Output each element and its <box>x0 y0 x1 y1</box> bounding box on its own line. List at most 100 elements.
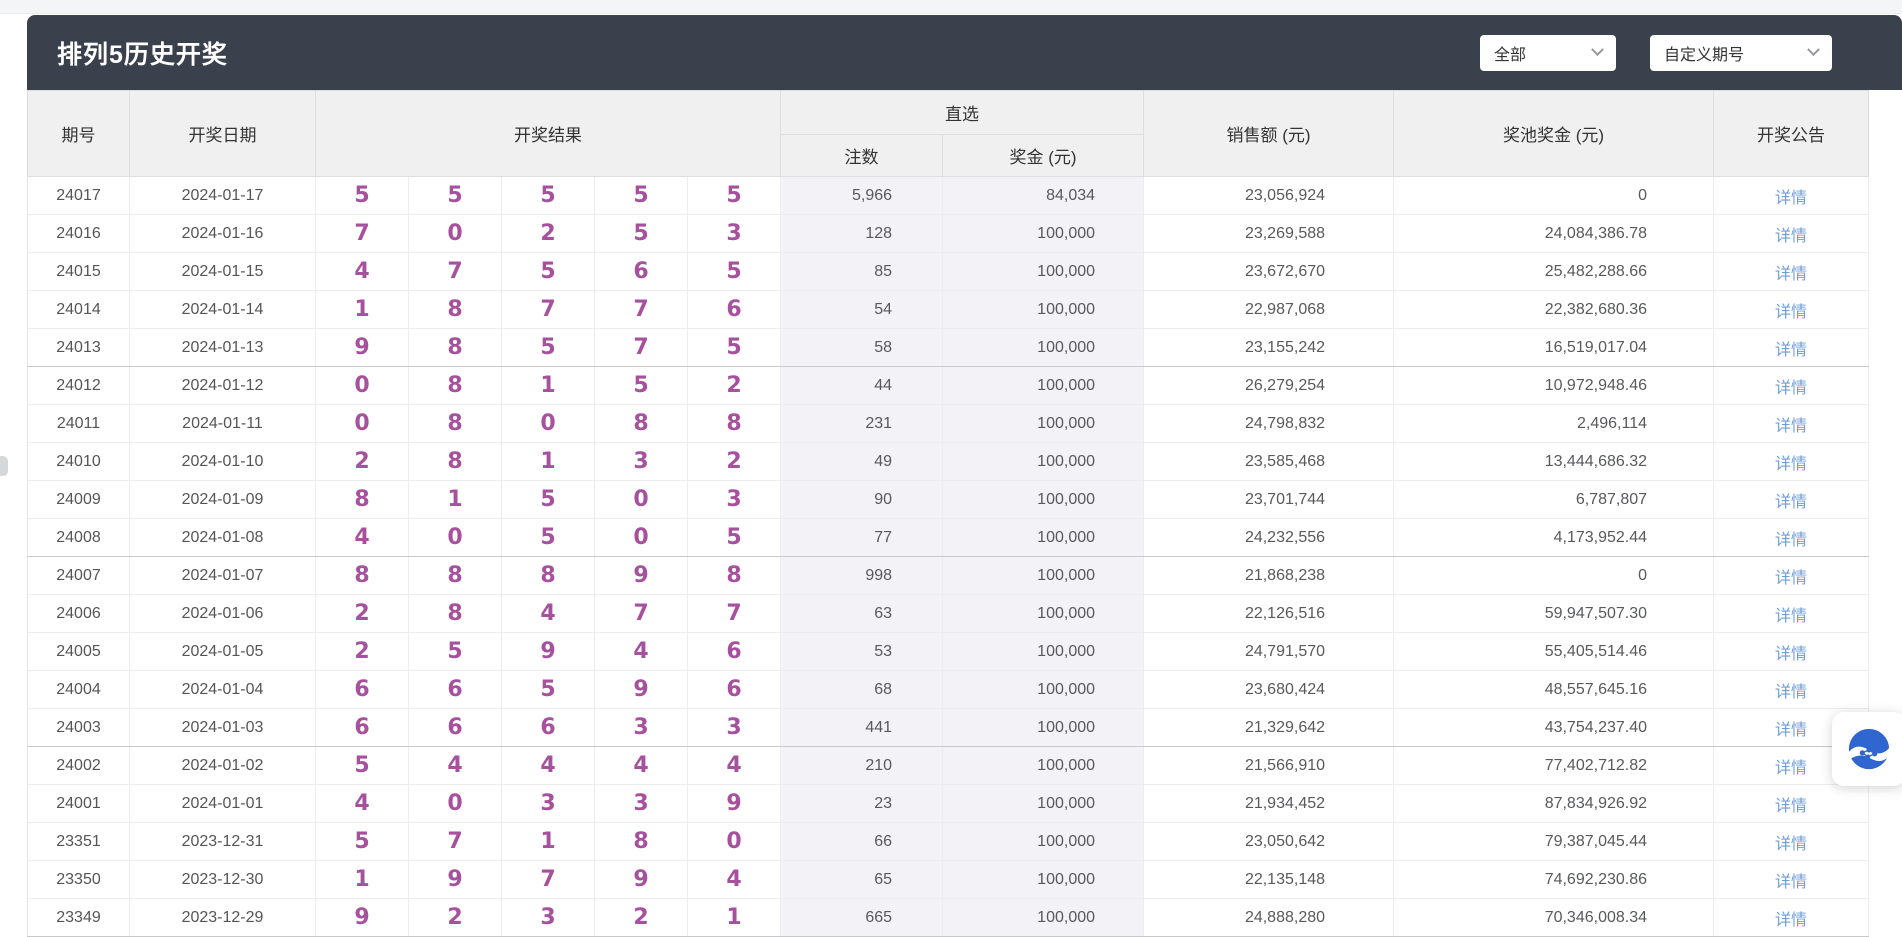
detail-link[interactable]: 详情 <box>1775 304 1807 321</box>
result-digit: 8 <box>502 557 595 595</box>
notice-cell: 详情 <box>1714 443 1869 481</box>
sales-cell: 26,279,254 <box>1144 367 1394 405</box>
detail-link[interactable]: 详情 <box>1775 722 1807 739</box>
date-cell: 2024-01-06 <box>130 595 316 633</box>
date-cell: 2024-01-08 <box>130 519 316 557</box>
result-digit: 9 <box>316 899 409 937</box>
detail-link[interactable]: 详情 <box>1775 190 1807 207</box>
prize-cell: 100,000 <box>943 823 1144 861</box>
detail-link[interactable]: 详情 <box>1775 456 1807 473</box>
result-digit: 7 <box>595 329 688 367</box>
table-row: 24003 2024-01-03 6 6 6 3 3 441 100,000 2… <box>28 709 1869 747</box>
date-cell: 2024-01-04 <box>130 671 316 709</box>
result-digit: 7 <box>595 291 688 329</box>
filter-all-label: 全部 <box>1494 41 1526 65</box>
result-digit: 3 <box>595 785 688 823</box>
detail-link[interactable]: 详情 <box>1775 342 1807 359</box>
notice-cell: 详情 <box>1714 481 1869 519</box>
bets-cell: 441 <box>781 709 943 747</box>
detail-link[interactable]: 详情 <box>1775 798 1807 815</box>
result-digit: 1 <box>688 899 781 937</box>
sales-cell: 23,701,744 <box>1144 481 1394 519</box>
period-cell: 24017 <box>28 177 130 215</box>
collapse-handle[interactable] <box>0 456 8 476</box>
detail-link[interactable]: 详情 <box>1775 760 1807 777</box>
result-digit: 7 <box>595 595 688 633</box>
result-digit: 8 <box>409 367 502 405</box>
sales-cell: 24,791,570 <box>1144 633 1394 671</box>
result-digit: 3 <box>502 899 595 937</box>
period-cell: 24004 <box>28 671 130 709</box>
result-digit: 2 <box>409 899 502 937</box>
period-cell: 24015 <box>28 253 130 291</box>
result-digit: 9 <box>502 633 595 671</box>
notice-cell: 详情 <box>1714 633 1869 671</box>
notice-cell: 详情 <box>1714 405 1869 443</box>
date-cell: 2024-01-13 <box>130 329 316 367</box>
result-digit: 8 <box>595 823 688 861</box>
table-row: 24011 2024-01-11 0 8 0 8 8 231 100,000 2… <box>28 405 1869 443</box>
detail-link[interactable]: 详情 <box>1775 532 1807 549</box>
detail-link[interactable]: 详情 <box>1775 874 1807 891</box>
sales-cell: 23,672,670 <box>1144 253 1394 291</box>
panel-header: 排列5历史开奖 全部 自定义期号 <box>27 15 1902 90</box>
period-cell: 24006 <box>28 595 130 633</box>
result-digit: 1 <box>502 443 595 481</box>
period-cell: 24013 <box>28 329 130 367</box>
detail-link[interactable]: 详情 <box>1775 684 1807 701</box>
filter-custom-period-select[interactable]: 自定义期号 <box>1650 35 1832 71</box>
detail-link[interactable]: 详情 <box>1775 608 1807 625</box>
detail-link[interactable]: 详情 <box>1775 266 1807 283</box>
sales-cell: 21,868,238 <box>1144 557 1394 595</box>
detail-link[interactable]: 详情 <box>1775 836 1807 853</box>
sales-cell: 24,232,556 <box>1144 519 1394 557</box>
filter-all-select[interactable]: 全部 <box>1480 35 1616 71</box>
period-cell: 24007 <box>28 557 130 595</box>
prize-cell: 100,000 <box>943 899 1144 937</box>
result-digit: 4 <box>688 861 781 899</box>
bets-cell: 53 <box>781 633 943 671</box>
result-digit: 0 <box>595 519 688 557</box>
prize-cell: 100,000 <box>943 215 1144 253</box>
detail-link[interactable]: 详情 <box>1775 646 1807 663</box>
detail-link[interactable]: 详情 <box>1775 494 1807 511</box>
detail-link[interactable]: 详情 <box>1775 570 1807 587</box>
result-digit: 6 <box>688 671 781 709</box>
notice-cell: 详情 <box>1714 671 1869 709</box>
result-digit: 0 <box>688 823 781 861</box>
result-digit: 4 <box>595 633 688 671</box>
prize-cell: 100,000 <box>943 861 1144 899</box>
results-panel: 排列5历史开奖 全部 自定义期号 期号 开奖日期 开奖结果 直选 销售额 ( <box>27 15 1902 937</box>
result-digit: 5 <box>502 481 595 519</box>
floating-widget-button[interactable] <box>1832 712 1902 786</box>
detail-link[interactable]: 详情 <box>1775 418 1807 435</box>
detail-link[interactable]: 详情 <box>1775 912 1807 929</box>
result-digit: 3 <box>502 785 595 823</box>
bets-cell: 128 <box>781 215 943 253</box>
date-cell: 2024-01-09 <box>130 481 316 519</box>
prize-cell: 100,000 <box>943 329 1144 367</box>
result-digit: 6 <box>688 291 781 329</box>
jackpot-cell: 6,787,807 <box>1394 481 1714 519</box>
prize-cell: 100,000 <box>943 367 1144 405</box>
detail-link[interactable]: 详情 <box>1775 228 1807 245</box>
result-digit: 3 <box>595 709 688 747</box>
result-digit: 3 <box>688 481 781 519</box>
result-digit: 7 <box>502 861 595 899</box>
period-cell: 24010 <box>28 443 130 481</box>
prize-cell: 100,000 <box>943 747 1144 785</box>
col-header-jackpot: 奖池奖金 (元) <box>1394 91 1714 177</box>
notice-cell: 详情 <box>1714 367 1869 405</box>
detail-link[interactable]: 详情 <box>1775 380 1807 397</box>
period-cell: 24012 <box>28 367 130 405</box>
result-digit: 9 <box>688 785 781 823</box>
date-cell: 2023-12-30 <box>130 861 316 899</box>
notice-cell: 详情 <box>1714 215 1869 253</box>
result-digit: 6 <box>688 633 781 671</box>
result-digit: 2 <box>688 367 781 405</box>
bets-cell: 5,966 <box>781 177 943 215</box>
result-digit: 0 <box>502 405 595 443</box>
table-row: 24007 2024-01-07 8 8 8 9 8 998 100,000 2… <box>28 557 1869 595</box>
period-cell: 23349 <box>28 899 130 937</box>
table-row: 24001 2024-01-01 4 0 3 3 9 23 100,000 21… <box>28 785 1869 823</box>
